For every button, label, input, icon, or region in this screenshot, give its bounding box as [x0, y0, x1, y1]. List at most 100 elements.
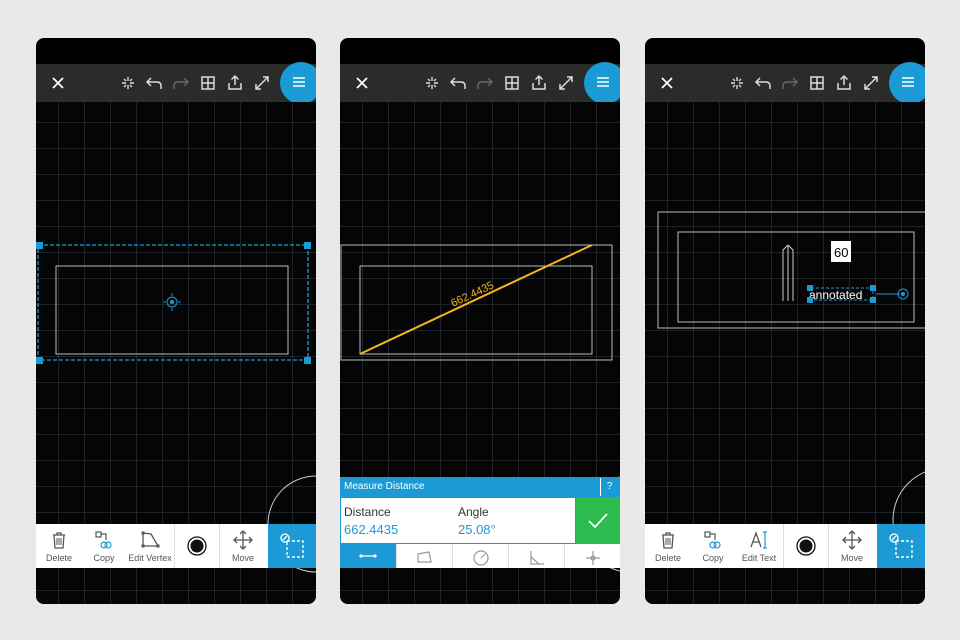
vertex-grip [36, 357, 43, 364]
outer-rectangle [657, 211, 925, 329]
edit-vertex-tool[interactable]: Edit Vertex [126, 524, 174, 568]
move-label: Move [231, 553, 254, 563]
move-tool[interactable]: Move [220, 524, 266, 568]
help-button[interactable]: ? [600, 478, 618, 496]
measure-panel-header: Measure Distance ? [340, 477, 620, 497]
inner-rectangle [677, 231, 915, 323]
redo-icon[interactable] [475, 73, 495, 93]
annotation-text: annotated [809, 288, 862, 302]
edit-text-icon [750, 531, 767, 549]
radius-icon [473, 550, 489, 566]
undo-icon[interactable] [753, 73, 773, 93]
close-icon[interactable] [657, 73, 677, 93]
undo-icon[interactable] [448, 73, 468, 93]
sparkle-icon[interactable] [422, 73, 442, 93]
text-grip [870, 285, 876, 291]
grid-icon[interactable] [198, 73, 218, 93]
checkmark-icon [588, 513, 608, 529]
tab-measure-coordinates[interactable] [564, 544, 620, 568]
angle-icon [530, 551, 544, 565]
lasso-select-icon [280, 533, 304, 558]
tab-measure-distance[interactable] [340, 544, 396, 568]
tab-measure-area[interactable] [396, 544, 452, 568]
measure-type-tabs [340, 544, 620, 568]
copy-tool[interactable]: Copy [691, 524, 735, 568]
edit-text-label: Edit Text [741, 553, 777, 563]
confirm-button[interactable] [576, 497, 620, 544]
hamburger-menu-button[interactable] [584, 62, 620, 104]
tab-measure-angle[interactable] [508, 544, 564, 568]
grid-icon[interactable] [807, 73, 827, 93]
trash-icon [53, 532, 65, 549]
share-icon[interactable] [529, 73, 549, 93]
measure-title: Measure Distance [344, 481, 425, 492]
close-icon[interactable] [48, 73, 68, 93]
hamburger-menu-button[interactable] [280, 62, 316, 104]
distance-icon [359, 554, 377, 558]
delete-label: Delete [654, 553, 681, 563]
copy-icon [704, 531, 721, 549]
color-swatch-icon [187, 536, 207, 556]
expand-icon[interactable] [556, 73, 576, 93]
center-grip [163, 293, 181, 311]
expand-icon[interactable] [861, 73, 881, 93]
selection-mode-button[interactable] [268, 524, 316, 568]
edit-vertex-icon [141, 531, 160, 548]
arrow-annotation [782, 244, 794, 301]
sparkle-icon[interactable] [118, 73, 138, 93]
top-toolbar [36, 64, 316, 102]
copy-label: Copy [93, 553, 115, 563]
color-tool[interactable] [175, 524, 219, 568]
undo-icon[interactable] [144, 73, 164, 93]
move-icon [842, 530, 862, 550]
grid-icon[interactable] [502, 73, 522, 93]
delete-label: Delete [45, 553, 72, 563]
share-icon[interactable] [225, 73, 245, 93]
redo-icon[interactable] [171, 73, 191, 93]
measure-dimension-label: 662.4435 [449, 279, 496, 309]
expand-icon[interactable] [252, 73, 272, 93]
area-icon [417, 551, 432, 563]
distance-value: 662.4435 [344, 522, 399, 537]
copy-icon [95, 531, 112, 549]
coordinates-icon [586, 551, 600, 565]
color-tool[interactable] [784, 524, 828, 568]
color-swatch-icon [796, 536, 816, 556]
sparkle-icon[interactable] [727, 73, 747, 93]
share-icon[interactable] [834, 73, 854, 93]
close-icon[interactable] [352, 73, 372, 93]
move-icon [233, 530, 253, 550]
edit-vertex-label: Edit Vertex [128, 553, 172, 563]
move-label: Move [840, 553, 863, 563]
redo-icon[interactable] [780, 73, 800, 93]
hamburger-menu-icon [293, 77, 305, 87]
delete-tool[interactable]: Delete [645, 524, 691, 568]
vertex-grip [304, 357, 311, 364]
phone-screen-measure-distance: 662.4435 Measure Distance ? Distance 662… [340, 38, 620, 604]
lasso-select-icon [889, 533, 913, 558]
tab-measure-radius[interactable] [452, 544, 508, 568]
vertex-grip [304, 242, 311, 249]
distance-label: Distance [344, 505, 391, 519]
vertex-grip [36, 242, 43, 249]
copy-label: Copy [702, 553, 724, 563]
phone-screen-edit-text: 60 annotated Delete Copy Edit Text Move [645, 38, 925, 604]
top-toolbar [645, 64, 925, 102]
selection-mode-button[interactable] [877, 524, 925, 568]
text-grip [870, 297, 876, 303]
number-label: 60 [834, 245, 848, 260]
phone-screen-edit-vertex: Delete Copy Edit Vertex Move [36, 38, 316, 604]
move-tool[interactable]: Move [829, 524, 875, 568]
edit-text-tool[interactable]: Edit Text [735, 524, 783, 568]
angle-value: 25.08° [458, 522, 496, 537]
copy-tool[interactable]: Copy [82, 524, 126, 568]
inner-rectangle [359, 265, 593, 355]
hamburger-menu-icon [597, 77, 609, 87]
delete-tool[interactable]: Delete [36, 524, 82, 568]
angle-label: Angle [458, 505, 489, 519]
hamburger-menu-button[interactable] [889, 62, 925, 104]
text-grip [807, 297, 813, 303]
measure-panel: Distance 662.4435 Angle 25.08° [340, 497, 576, 544]
hamburger-menu-icon [902, 77, 914, 87]
text-grip [807, 285, 813, 291]
